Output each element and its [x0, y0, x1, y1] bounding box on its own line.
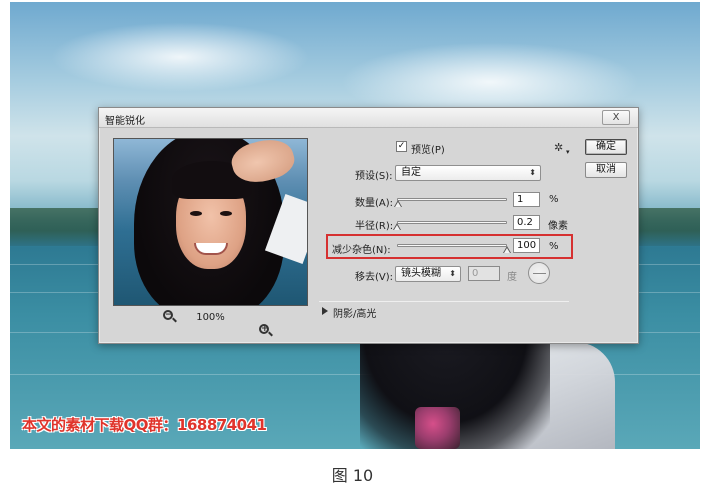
noise-slider[interactable] — [397, 244, 507, 247]
cancel-button[interactable]: 取消 — [585, 162, 627, 178]
remove-label: 移去(V): — [355, 272, 394, 283]
ok-button[interactable]: 确定 — [585, 139, 627, 155]
chevron-down-icon: ⬍ — [529, 168, 536, 177]
remove-value: 镜头模糊 — [401, 268, 441, 279]
zoom-out-icon[interactable]: − — [163, 310, 177, 324]
chevron-down-icon: ⬍ — [449, 269, 456, 278]
noise-label: 减少杂色(N): — [332, 245, 391, 256]
preview-image[interactable] — [113, 138, 308, 306]
preview-eye — [190, 211, 202, 216]
angle-dial-icon[interactable] — [528, 262, 550, 284]
amount-slider-thumb[interactable] — [394, 200, 403, 207]
smart-sharpen-dialog: 智能锐化 X 100% − + ✓ 预览(P) ✲ ▾ 确定 取消 预设(S):… — [98, 107, 639, 344]
radius-label: 半径(R): — [355, 221, 394, 232]
disclosure-triangle-icon[interactable] — [322, 307, 328, 315]
angle-unit: 度 — [507, 272, 517, 283]
zoom-controls: 100% − + — [113, 309, 308, 337]
amount-unit: % — [549, 194, 559, 205]
amount-slider[interactable] — [397, 198, 507, 201]
preview-checkbox[interactable]: ✓ — [396, 141, 407, 152]
gear-menu-dot: ▾ — [566, 148, 570, 156]
radius-input[interactable]: 0.2 — [513, 215, 540, 230]
close-button[interactable]: X — [602, 110, 630, 125]
watermark-text: 本文的素材下载QQ群：168874041 — [22, 416, 267, 434]
shadows-highlights-toggle[interactable]: 阴影/高光 — [333, 305, 376, 320]
section-divider — [319, 301, 569, 302]
radius-unit: 像素 — [548, 221, 568, 232]
noise-unit: % — [549, 241, 559, 252]
zoom-in-icon[interactable]: + — [259, 324, 273, 338]
noise-input[interactable]: 100 — [513, 238, 540, 253]
preview-eye — [220, 211, 232, 216]
dialog-title: 智能锐化 — [105, 116, 145, 127]
remove-select[interactable]: 镜头模糊 ⬍ — [395, 266, 461, 282]
noise-slider-thumb[interactable] — [503, 246, 511, 253]
girl-flower — [415, 407, 460, 449]
dialog-titlebar[interactable]: 智能锐化 X — [99, 108, 638, 128]
cloud — [50, 22, 310, 92]
preset-label: 预设(S): — [355, 171, 393, 182]
figure-caption: 图 10 — [331, 466, 374, 485]
preset-value: 自定 — [401, 167, 421, 178]
amount-label: 数量(A): — [355, 198, 394, 209]
amount-input[interactable]: 1 — [513, 192, 540, 207]
radius-slider-thumb[interactable] — [393, 223, 401, 230]
gear-icon[interactable]: ✲ — [554, 142, 566, 154]
preview-checkbox-label: 预览(P) — [411, 145, 445, 156]
preset-select[interactable]: 自定 ⬍ — [395, 165, 541, 181]
radius-slider[interactable] — [397, 221, 507, 224]
angle-input[interactable]: 0 — [468, 266, 500, 281]
zoom-level: 100% — [196, 312, 225, 323]
